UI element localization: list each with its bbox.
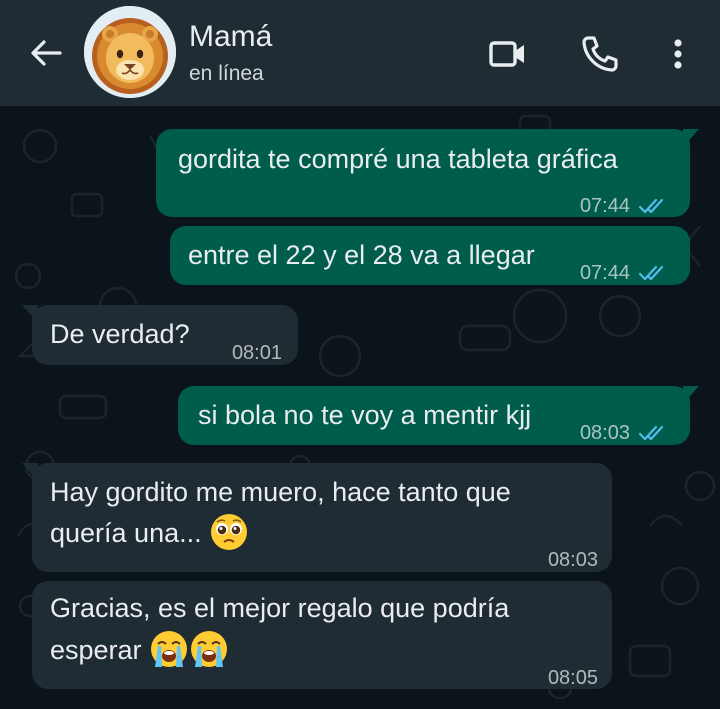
incoming-message[interactable]: De verdad? 08:01 xyxy=(32,305,298,365)
message-text: quería una... xyxy=(50,518,202,548)
video-camera-icon[interactable] xyxy=(486,32,530,76)
bubble-tail xyxy=(683,386,699,404)
message-meta: 07:44 xyxy=(580,254,668,292)
pleading-face-emoji-icon xyxy=(211,513,248,550)
loudly-crying-face-emoji-icon xyxy=(191,630,228,667)
bubble-tail xyxy=(22,463,38,481)
message-list[interactable]: gordita te compré una tableta gráfica 07… xyxy=(0,106,720,709)
message-text: esperar xyxy=(50,635,142,665)
message-text-line-1: Gracias, es el mejor regalo que podría xyxy=(50,593,510,623)
incoming-message[interactable]: Hay gordito me muero, hace tanto que que… xyxy=(32,463,612,572)
phone-icon[interactable] xyxy=(578,32,622,76)
lion-avatar-icon xyxy=(84,6,176,98)
message-text-line-2: quería una... xyxy=(50,513,249,555)
message-text: si bola no te voy a mentir kjj xyxy=(198,400,532,430)
message-text-line-2: esperar xyxy=(50,630,229,672)
message-time: 08:03 xyxy=(579,422,630,444)
outgoing-message[interactable]: entre el 22 y el 28 va a llegar 07:44 xyxy=(170,226,690,285)
message-time: 07:44 xyxy=(579,195,630,217)
incoming-message[interactable]: Gracias, es el mejor regalo que podría e… xyxy=(32,581,612,689)
double-check-icon xyxy=(638,198,664,214)
outgoing-message[interactable]: gordita te compré una tableta gráfica 07… xyxy=(156,129,690,217)
bubble-tail xyxy=(683,129,699,147)
contact-name[interactable]: Mamá xyxy=(189,20,272,54)
message-text: entre el 22 y el 28 va a llegar xyxy=(188,240,535,270)
avatar[interactable] xyxy=(84,6,176,98)
message-text-line-1: Hay gordito me muero, hace tanto que xyxy=(50,477,511,507)
message-text: De verdad? xyxy=(50,319,190,349)
back-arrow-icon[interactable] xyxy=(26,33,66,73)
message-meta: 08:03 xyxy=(580,414,668,452)
contact-status: en línea xyxy=(189,62,264,85)
loudly-crying-face-emoji-icon xyxy=(151,630,188,667)
double-check-icon xyxy=(638,425,664,441)
outgoing-message[interactable]: si bola no te voy a mentir kjj 08:03 xyxy=(178,386,690,445)
message-time: 07:44 xyxy=(579,262,630,284)
message-meta: 07:44 xyxy=(580,187,668,225)
message-time: 08:01 xyxy=(231,342,282,364)
message-time: 08:03 xyxy=(547,549,598,571)
bubble-tail xyxy=(22,305,38,323)
more-vertical-icon[interactable] xyxy=(658,32,698,76)
message-text: gordita te compré una tableta gráfica xyxy=(178,144,618,174)
chat-header: Mamá en línea xyxy=(0,0,720,106)
double-check-icon xyxy=(638,265,664,281)
message-time: 08:05 xyxy=(547,667,598,689)
